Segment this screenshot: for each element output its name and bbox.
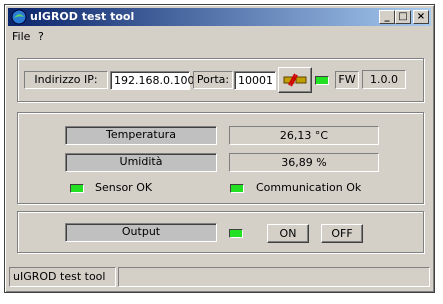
ip-input[interactable]: 192.168.0.100 bbox=[110, 71, 194, 90]
menu-file[interactable]: File bbox=[12, 30, 30, 43]
output-led bbox=[229, 229, 243, 238]
menu-bar: File ? bbox=[8, 27, 431, 45]
minimize-icon[interactable]: _ bbox=[379, 10, 395, 24]
communication-status: Communication Ok bbox=[256, 181, 362, 194]
sensor-status: Sensor OK bbox=[95, 181, 153, 194]
menu-help[interactable]: ? bbox=[38, 30, 44, 43]
connect-icon bbox=[283, 73, 307, 87]
port-label: Porta: bbox=[193, 71, 233, 89]
on-button[interactable]: ON bbox=[267, 224, 309, 243]
status-text: uIGROD test tool bbox=[9, 267, 116, 287]
maximize-icon[interactable]: □ bbox=[395, 10, 411, 24]
app-icon bbox=[11, 9, 27, 25]
connect-button[interactable] bbox=[278, 67, 312, 93]
temperature-value: 26,13 °C bbox=[229, 126, 379, 145]
sensor-led bbox=[70, 184, 84, 193]
fw-label: FW bbox=[335, 71, 359, 89]
humidity-label: Umidità bbox=[65, 153, 217, 172]
connection-group: Indirizzo IP: 192.168.0.100 Porta: 10001… bbox=[17, 58, 424, 102]
temperature-label: Temperatura bbox=[65, 126, 217, 145]
ip-label: Indirizzo IP: bbox=[24, 71, 108, 89]
fw-value: 1.0.0 bbox=[362, 70, 406, 89]
output-group: Output ON OFF bbox=[17, 211, 424, 253]
close-icon[interactable]: × bbox=[413, 10, 429, 24]
connection-led bbox=[315, 76, 329, 85]
communication-led bbox=[230, 184, 244, 193]
port-input[interactable]: 10001 bbox=[234, 71, 276, 90]
main-window: uIGROD test tool _ □ × File ? Indirizzo … bbox=[4, 4, 435, 293]
off-button[interactable]: OFF bbox=[321, 224, 363, 243]
title-bar[interactable]: uIGROD test tool _ □ × bbox=[8, 8, 431, 26]
humidity-value: 36,89 % bbox=[229, 153, 379, 172]
measures-group: Temperatura 26,13 °C Umidità 36,89 % Sen… bbox=[17, 112, 424, 204]
output-label: Output bbox=[65, 223, 217, 242]
status-panel bbox=[118, 267, 430, 287]
window-title: uIGROD test tool bbox=[30, 10, 135, 23]
